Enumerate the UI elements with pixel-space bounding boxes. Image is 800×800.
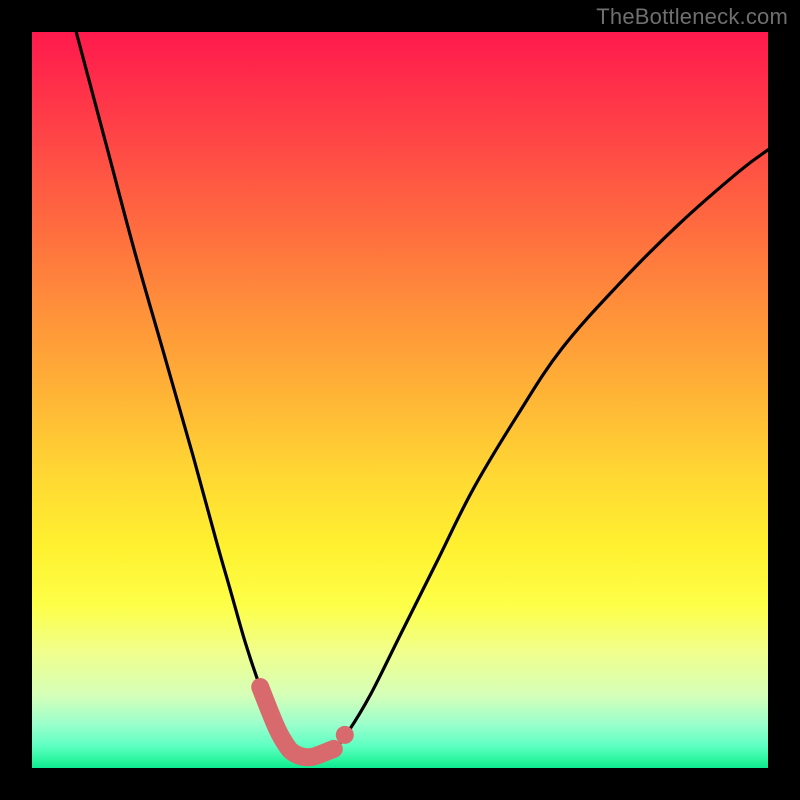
watermark-text: TheBottleneck.com: [596, 4, 788, 30]
curve-layer: [32, 32, 768, 768]
marker-dot: [336, 726, 354, 744]
bottleneck-curve: [76, 32, 768, 757]
chart-frame: TheBottleneck.com: [0, 0, 800, 800]
valley-highlight: [260, 687, 334, 757]
plot-area: [32, 32, 768, 768]
